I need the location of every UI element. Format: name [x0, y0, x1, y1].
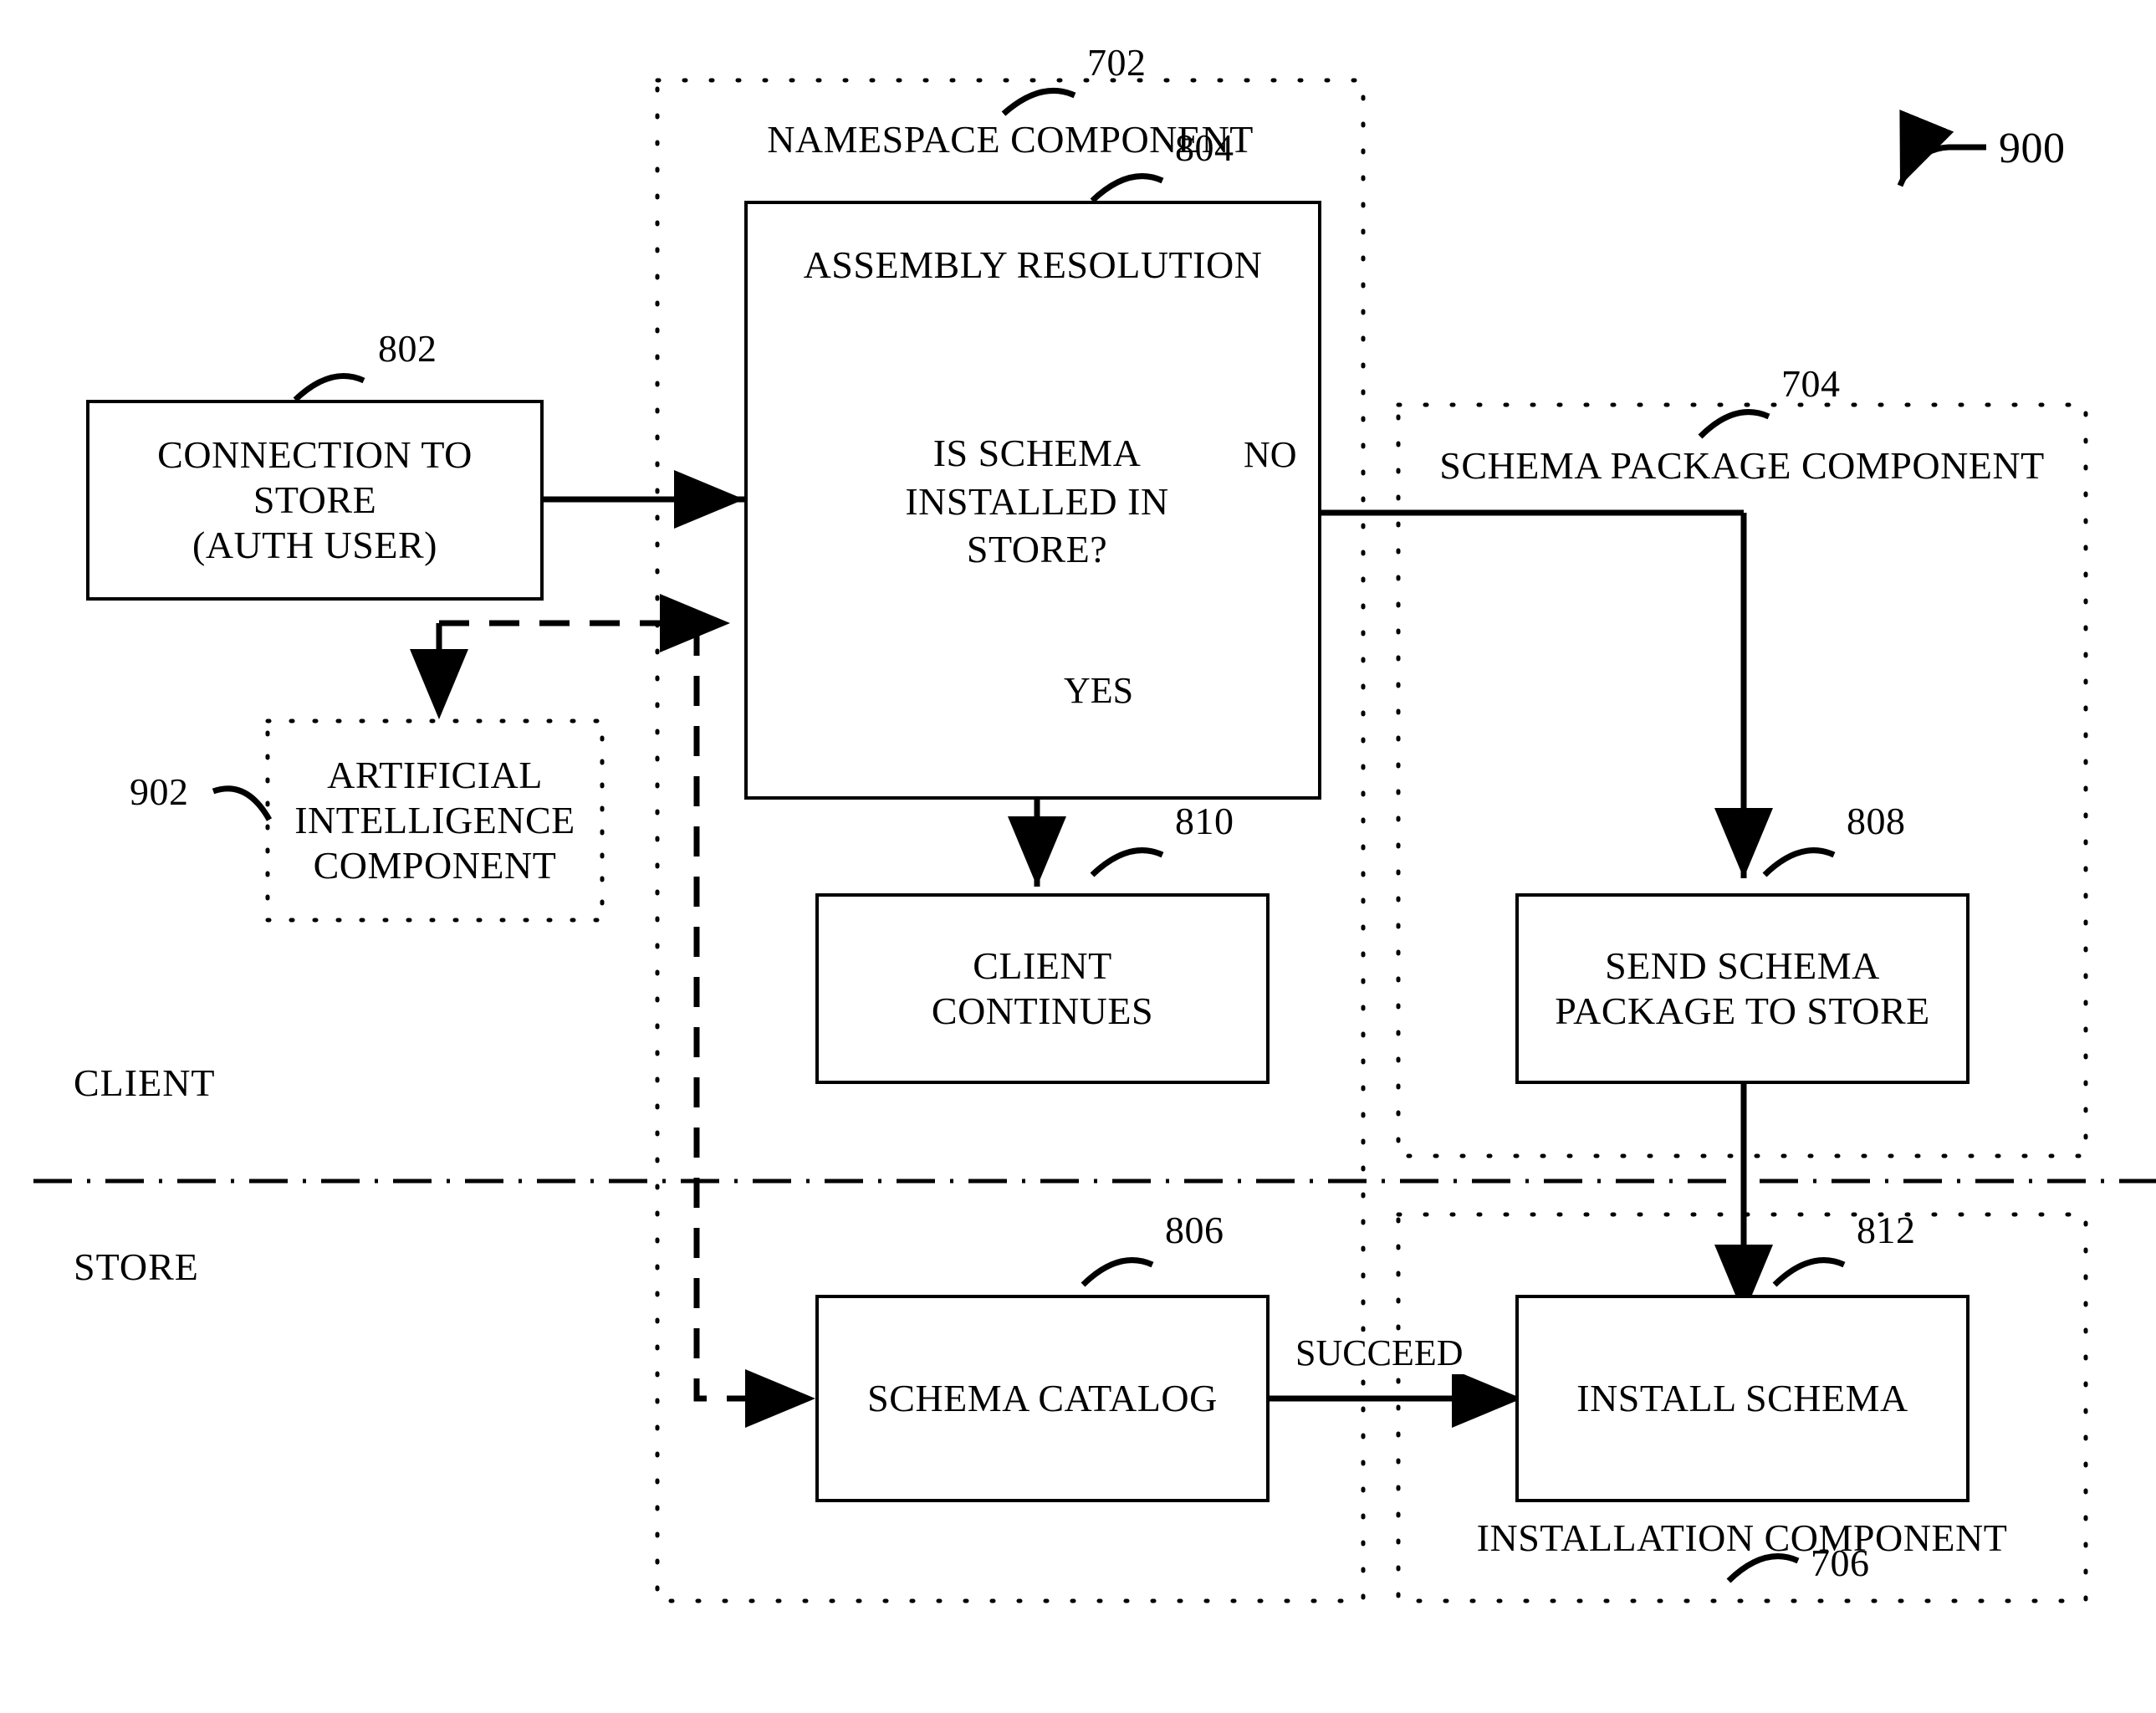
figure-900-leader — [1897, 110, 1986, 187]
ref-number-810: 810 — [1175, 800, 1234, 842]
ref-706-leader — [1726, 1553, 1800, 1583]
artificial-intelligence-component-text: ARTIFICIAL INTELLIGENCE COMPONENT — [294, 753, 575, 887]
ref-802-leader — [293, 373, 365, 402]
install-schema-box[interactable]: INSTALL SCHEMA — [1515, 1295, 1970, 1502]
edge-label-yes: YES — [1060, 669, 1137, 712]
ref-808-leader — [1762, 847, 1836, 877]
figure-number-900: 900 — [1999, 125, 2066, 172]
ref-806-leader — [1081, 1257, 1154, 1287]
ref-number-706: 706 — [1811, 1542, 1870, 1584]
ref-number-808: 808 — [1847, 800, 1906, 842]
ref-704-leader — [1698, 409, 1770, 439]
ref-number-704: 704 — [1781, 362, 1841, 405]
section-label-store: STORE — [74, 1245, 199, 1288]
client-continues-box[interactable]: CLIENT CONTINUES — [815, 893, 1270, 1084]
send-schema-package-box[interactable]: SEND SCHEMA PACKAGE TO STORE — [1515, 893, 1970, 1084]
ref-number-812: 812 — [1857, 1209, 1916, 1251]
schema-catalog-box[interactable]: SCHEMA CATALOG — [815, 1295, 1270, 1502]
ref-number-902: 902 — [130, 770, 189, 813]
ref-812-leader — [1772, 1257, 1846, 1287]
install-schema-text: INSTALL SCHEMA — [1576, 1376, 1908, 1419]
connection-to-store-box[interactable]: CONNECTION TO STORE (AUTH USER) — [86, 400, 544, 601]
schema-package-component-label: SCHEMA PACKAGE COMPONENT — [1439, 444, 2045, 487]
assembly-resolution-text: ASSEMBLY RESOLUTION — [803, 243, 1263, 286]
ref-810-leader — [1090, 847, 1164, 877]
ref-number-702: 702 — [1087, 41, 1147, 84]
ref-804-leader — [1090, 173, 1164, 203]
schema-catalog-text: SCHEMA CATALOG — [867, 1376, 1218, 1419]
ref-number-804: 804 — [1175, 126, 1234, 169]
edge-label-no: NO — [1240, 433, 1300, 476]
patent-figure-900: 804 bidirectional link ---------- --> IN… — [0, 0, 2156, 1713]
edge-label-succeed: SUCCEED — [1292, 1332, 1467, 1374]
decision-diamond-text: IS SCHEMA INSTALLED IN STORE? — [905, 432, 1169, 570]
ref-number-806: 806 — [1165, 1209, 1224, 1251]
send-schema-package-text: SEND SCHEMA PACKAGE TO STORE — [1555, 943, 1930, 1032]
connection-to-store-text: CONNECTION TO STORE (AUTH USER) — [157, 432, 473, 567]
section-label-client: CLIENT — [74, 1061, 216, 1104]
ref-number-802: 802 — [378, 327, 437, 370]
ref-702-leader — [1001, 87, 1076, 116]
artificial-intelligence-component-box[interactable]: ARTIFICIAL INTELLIGENCE COMPONENT — [268, 721, 602, 920]
ref-902-leader — [212, 785, 273, 821]
installation-component-label: INSTALLATION COMPONENT — [1476, 1516, 2008, 1559]
client-continues-text: CLIENT CONTINUES — [931, 943, 1154, 1032]
